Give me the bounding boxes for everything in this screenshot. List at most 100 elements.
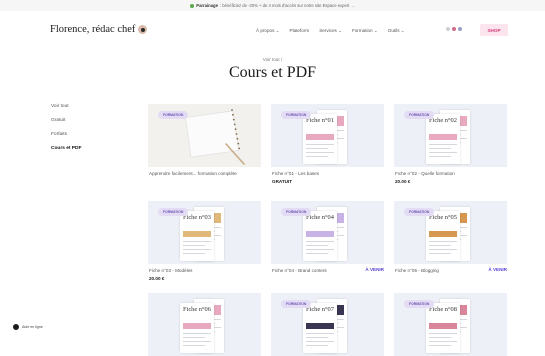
product-type-badge: FORMATION <box>281 300 312 308</box>
page-title: Cours et PDF <box>228 64 317 81</box>
site-header: Florence, rédac chef À propos ⌄ Platefor… <box>0 11 545 49</box>
pdf-page-preview: Fiche n°01 <box>303 114 337 164</box>
nav-item-outils[interactable]: Outils ⌄ <box>388 28 405 34</box>
product-type-badge: FORMATION <box>158 208 189 216</box>
breadcrumb[interactable]: Voir tout / <box>0 57 545 62</box>
search-icon[interactable] <box>446 27 450 31</box>
header-icons <box>446 27 462 31</box>
nav-item-plateform[interactable]: Plateform <box>290 28 310 34</box>
nav-item-formation[interactable]: Formation ⌄ <box>352 28 378 34</box>
pdf-page-title: Fiche n°02 <box>429 117 457 124</box>
pdf-text-line <box>306 144 334 145</box>
pdf-text-line <box>183 249 211 250</box>
product-type-badge: FORMATION <box>404 208 435 216</box>
pdf-page-title: Fiche n°06 <box>183 306 211 313</box>
pdf-text-line <box>306 241 334 242</box>
shop-button[interactable]: SHOP <box>480 24 508 36</box>
nav-item-services[interactable]: Services ⌄ <box>319 28 342 34</box>
product-name[interactable]: Fiche n°03 - Modèles <box>149 268 261 274</box>
product-thumbnail[interactable]: Fiche n°04 FORMATION <box>271 201 384 264</box>
product-thumbnail[interactable]: Fiche n°05 FORMATION <box>394 201 507 264</box>
pdf-text-line <box>306 341 334 342</box>
heart-icon[interactable] <box>452 27 456 31</box>
product-thumbnail[interactable]: Fiche n°07 FORMATION <box>271 293 384 356</box>
product-thumbnail[interactable]: Fiche n°02 FORMATION <box>394 104 507 167</box>
product-type-badge: FORMATION <box>158 111 189 119</box>
main-nav: À propos ⌄ Plateform Services ⌄ Formatio… <box>256 28 405 34</box>
pdf-text-line <box>183 245 205 246</box>
product-type-badge: FORMATION <box>404 111 435 119</box>
pdf-page-title: Fiche n°03 <box>183 214 211 221</box>
pdf-text-line <box>183 341 211 342</box>
pdf-accent-block <box>306 323 334 329</box>
pdf-text-line <box>429 156 451 157</box>
chat-icon <box>13 324 19 330</box>
promo-banner[interactable]: Parrainage : bénéficiez de -20% + de 4 m… <box>0 0 545 11</box>
product-thumbnail[interactable]: Fiche n°01 FORMATION <box>271 104 384 167</box>
pdf-accent-block <box>429 231 457 237</box>
pdf-text-line <box>429 148 451 149</box>
product-thumbnail[interactable]: Fiche n°03 FORMATION <box>148 201 261 264</box>
product-price: GRATUIT <box>272 179 293 184</box>
coming-soon-label: À VENIR <box>365 267 384 272</box>
coming-soon-label: À VENIR <box>488 267 507 272</box>
pdf-page-preview: Fiche n°05 <box>426 211 460 261</box>
product-price: 20.00 € <box>395 179 411 184</box>
pdf-page-preview: Fiche n°08 <box>426 303 460 353</box>
product-type-badge: FORMATION <box>281 208 312 216</box>
product-thumbnail[interactable]: Fiche n°08 FORMATION <box>394 293 507 356</box>
pdf-page-title: Fiche n°07 <box>306 306 334 313</box>
pdf-text-line <box>306 152 334 153</box>
pdf-page-preview: Fiche n°02 <box>426 114 460 164</box>
pdf-text-line <box>306 337 328 338</box>
pdf-text-line <box>429 337 451 338</box>
pdf-text-line <box>429 249 457 250</box>
pdf-page-title: Fiche n°05 <box>429 214 457 221</box>
logo-mark-icon <box>138 25 148 34</box>
product-type-badge: FORMATION <box>404 300 435 308</box>
pdf-text-line <box>429 245 451 246</box>
product-price: 20.00 € <box>149 276 165 281</box>
pdf-text-line <box>429 341 457 342</box>
pdf-page-preview: Fiche n°03 <box>180 211 214 261</box>
pdf-text-line <box>183 345 205 346</box>
pdf-text-line <box>429 333 457 334</box>
pdf-text-line <box>306 156 328 157</box>
pdf-text-line <box>429 241 457 242</box>
sidebar-item-forfaits[interactable]: Forfaits <box>51 132 81 146</box>
pdf-accent-block <box>429 134 457 140</box>
sidebar-item-cours-pdf[interactable]: Cours et PDF <box>51 146 81 160</box>
sidebar-item-gratuit[interactable]: Gratuit <box>51 118 81 132</box>
pdf-accent-block <box>183 231 211 237</box>
pdf-text-line <box>183 337 205 338</box>
product-name[interactable]: Fiche n°01 - Les bases <box>272 171 384 177</box>
category-sidebar: Voir tout Gratuit Forfaits Cours et PDF <box>51 104 81 160</box>
product-thumbnail[interactable]: FORMATION <box>148 104 261 167</box>
promo-text: : bénéficiez de -20% + de 4 mois d'accès… <box>219 3 355 8</box>
product-name[interactable]: Apprendre facilement... formation complè… <box>149 171 261 177</box>
cart-icon[interactable] <box>458 27 462 31</box>
product-thumbnail[interactable]: Fiche n°06 <box>148 293 261 356</box>
product-type-badge: FORMATION <box>281 111 312 119</box>
pdf-text-line <box>306 333 334 334</box>
sidebar-item-voir-tout[interactable]: Voir tout <box>51 104 81 118</box>
site-logo[interactable]: Florence, rédac chef <box>50 24 148 35</box>
pdf-text-line <box>429 144 457 145</box>
pdf-text-line <box>429 253 451 254</box>
pdf-text-line <box>429 152 457 153</box>
pdf-page-preview: Fiche n°07 <box>303 303 337 353</box>
chat-widget[interactable]: Aide en ligne <box>13 324 43 330</box>
product-name[interactable]: Fiche n°02 - Quelle formation <box>395 171 507 177</box>
pdf-accent-block <box>183 323 211 329</box>
pdf-text-line <box>183 241 211 242</box>
pdf-text-line <box>429 345 451 346</box>
nav-item-apropos[interactable]: À propos ⌄ <box>256 28 280 34</box>
pdf-text-line <box>306 345 328 346</box>
pdf-accent-block <box>306 134 334 140</box>
promo-dot-icon <box>190 3 195 8</box>
pdf-text-line <box>306 245 328 246</box>
pdf-text-line <box>306 249 334 250</box>
pdf-accent-block <box>306 231 334 237</box>
pdf-accent-block <box>429 323 457 329</box>
pdf-text-line <box>183 333 211 334</box>
